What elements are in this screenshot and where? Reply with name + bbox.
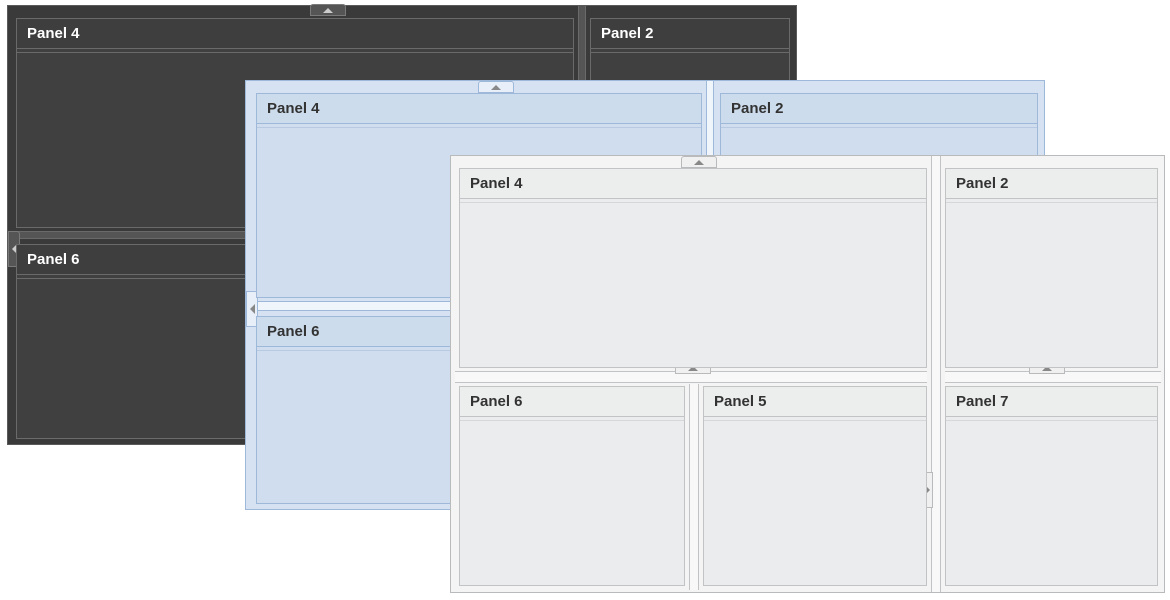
theme-grey-window: Panel 4 Panel 2 Panel 6 Panel 5 Panel 7 [450,155,1165,593]
panel-header-rule [704,417,926,421]
chevron-up-icon [323,8,333,13]
panel-header-rule [591,49,789,53]
panel-title: Panel 4 [460,169,926,199]
panel-5[interactable]: Panel 5 [703,386,927,586]
chevron-up-icon [694,160,704,165]
panel-title: Panel 7 [946,387,1157,417]
demo-stage: Panel 4 Panel 2 Panel 6 Panel 4 [0,0,1170,600]
panel-6[interactable]: Panel 6 [459,386,685,586]
collapse-top-toggle[interactable] [310,4,346,16]
panel-header-rule [460,417,684,421]
panel-title: Panel 4 [17,19,573,49]
panel-header-rule [17,49,573,53]
panel-header-rule [946,417,1157,421]
vertical-splitter-inner[interactable] [689,384,699,590]
panel-2[interactable]: Panel 2 [945,168,1158,368]
panel-header-rule [257,124,701,128]
panel-header-rule [460,199,926,203]
collapse-top-toggle[interactable] [681,156,717,168]
chevron-up-icon [491,85,501,90]
panel-header-rule [946,199,1157,203]
vertical-splitter[interactable] [931,156,941,592]
panel-title: Panel 2 [721,94,1037,124]
panel-7[interactable]: Panel 7 [945,386,1158,586]
panel-title: Panel 2 [946,169,1157,199]
panel-4[interactable]: Panel 4 [459,168,927,368]
panel-header-rule [721,124,1037,128]
collapse-top-toggle[interactable] [478,81,514,93]
panel-title: Panel 4 [257,94,701,124]
panel-title: Panel 6 [460,387,684,417]
chevron-left-icon [250,304,255,314]
panel-title: Panel 5 [704,387,926,417]
panel-title: Panel 2 [591,19,789,49]
